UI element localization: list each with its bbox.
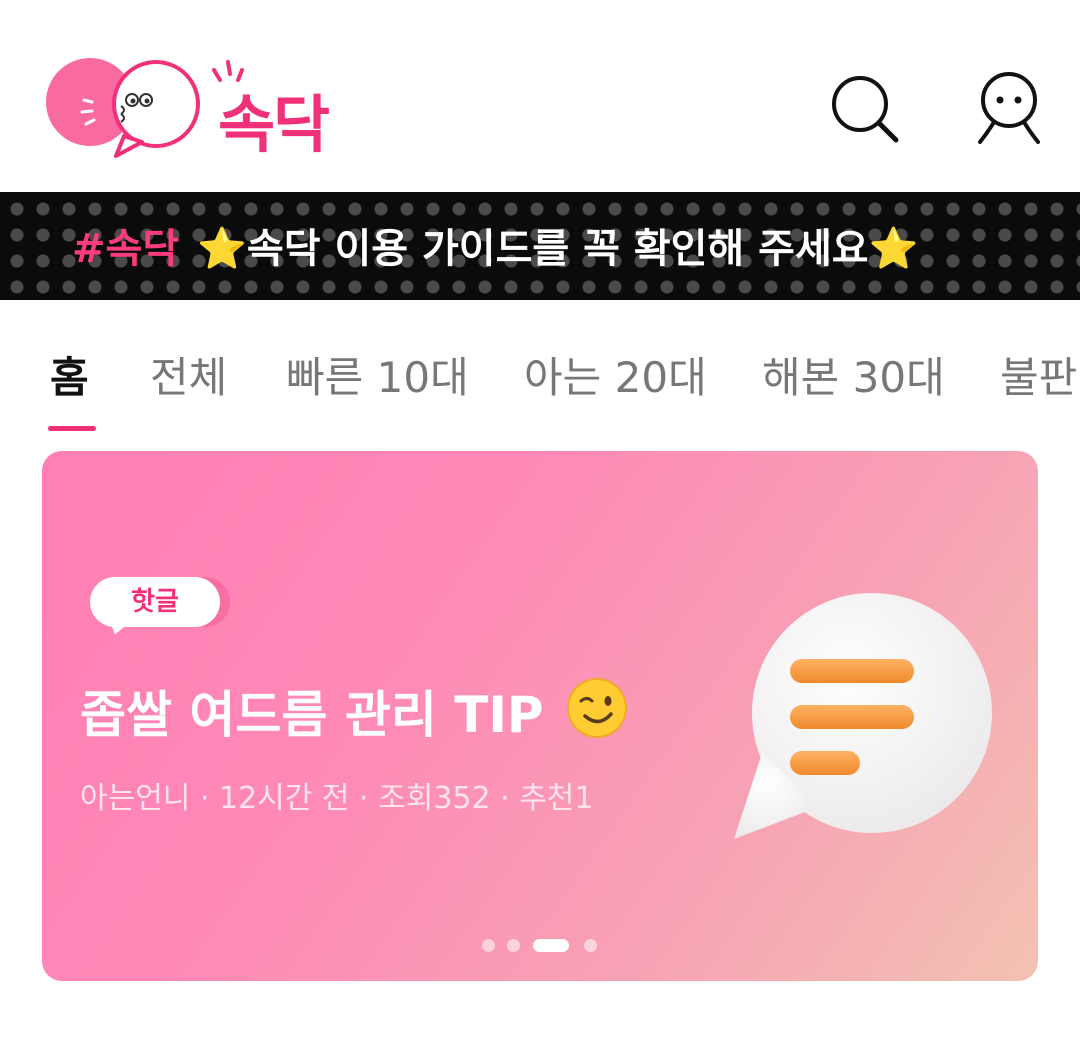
hot-badge-tail xyxy=(106,619,130,637)
featured-post-title-text: 좁쌀 여드름 관리 TIP xyxy=(80,686,544,744)
pager-dot[interactable] xyxy=(507,939,520,952)
featured-post-title[interactable]: 좁쌀 여드름 관리 TIP xyxy=(80,675,629,747)
featured-post-card[interactable]: 핫글 좁쌀 여드름 관리 TIP 아는언니 · 12시간 전 · 조회352 ·… xyxy=(42,451,1038,981)
logo-text[interactable]: 속닥 xyxy=(218,74,330,164)
pager-dot[interactable] xyxy=(482,939,495,952)
tab-thirties[interactable]: 해본 30대 xyxy=(762,344,945,405)
search-icon[interactable] xyxy=(830,72,900,146)
tab-home[interactable]: 홈 xyxy=(50,344,89,405)
notice-banner[interactable]: #속닥 ⭐속닥 이용 가이드를 꼭 확인해 주세요⭐ xyxy=(0,192,1080,300)
pager-dot-active[interactable] xyxy=(533,939,569,952)
pager-dot[interactable] xyxy=(584,939,597,952)
active-tab-indicator xyxy=(48,426,96,431)
tab-teens[interactable]: 빠른 10대 xyxy=(286,344,469,405)
app-header: 속닥 xyxy=(0,0,1080,192)
tab-twenties[interactable]: 아는 20대 xyxy=(524,344,707,405)
chat-bubble-icon xyxy=(734,593,992,839)
featured-post-meta: 아는언니 · 12시간 전 · 조회352 · 추천1 xyxy=(80,781,594,816)
notice-hashtag: #속닥 xyxy=(72,226,180,272)
tab-all[interactable]: 전체 xyxy=(150,344,227,405)
notice-message: ⭐속닥 이용 가이드를 꼭 확인해 주세요⭐ xyxy=(197,226,919,272)
category-tabs: 홈 전체 빠른 10대 아는 20대 해본 30대 불판 xyxy=(0,300,1080,440)
profile-icon[interactable] xyxy=(974,72,1044,146)
carousel-pager xyxy=(480,937,600,953)
tab-hot-board[interactable]: 불판 xyxy=(1000,344,1077,405)
wink-emoji-icon xyxy=(567,678,627,738)
notice-text: #속닥 ⭐속닥 이용 가이드를 꼭 확인해 주세요⭐ xyxy=(72,216,918,274)
